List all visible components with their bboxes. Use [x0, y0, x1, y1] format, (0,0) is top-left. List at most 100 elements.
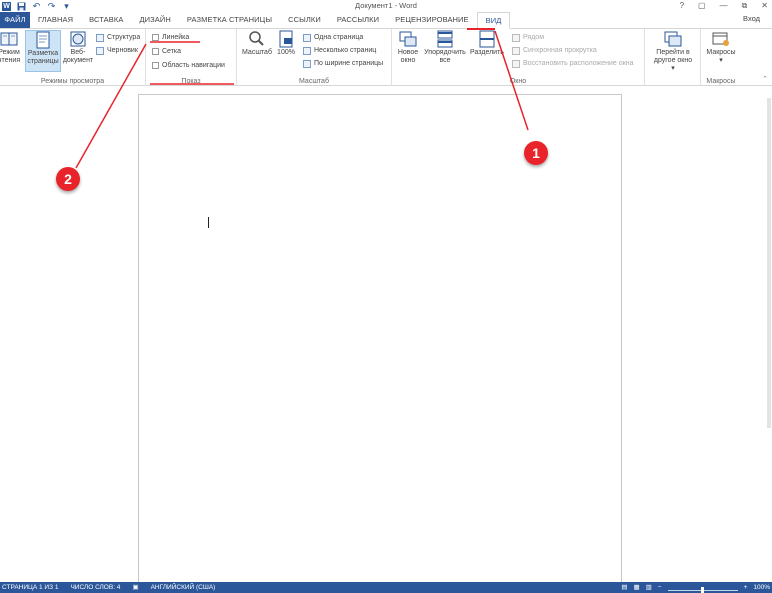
- group-window: Новое окно Упорядочить все Разделить Ряд…: [392, 29, 645, 86]
- tab-design[interactable]: ДИЗАЙН: [131, 12, 178, 28]
- new-window-label-2: окно: [400, 57, 416, 64]
- split-icon: [479, 30, 495, 48]
- macros-dropdown-icon: ▾: [719, 57, 723, 64]
- zoom-out-button[interactable]: −: [658, 582, 662, 593]
- restore-icon[interactable]: ⧉: [742, 0, 748, 11]
- tab-view[interactable]: ВИД: [476, 12, 511, 29]
- ruler-checkbox[interactable]: Линейка: [152, 32, 189, 43]
- switch-windows-dropdown-icon: ▾: [671, 65, 675, 72]
- synchronous-scrolling-button[interactable]: Синхронная прокрутка: [512, 45, 597, 56]
- close-icon[interactable]: ✕: [761, 0, 768, 11]
- print-layout-icon: [36, 31, 50, 49]
- word-count[interactable]: ЧИСЛО СЛОВ: 4: [70, 582, 120, 593]
- group-macros: Макросы ▾ Макросы: [701, 29, 741, 86]
- switch-windows-button[interactable]: Перейти в другое окно ▾: [647, 30, 699, 73]
- draft-button[interactable]: Черновик: [96, 45, 138, 56]
- help-icon[interactable]: ?: [680, 0, 684, 11]
- split-button[interactable]: Разделить: [469, 30, 505, 57]
- group-window-label: Окно: [509, 78, 527, 85]
- page-count[interactable]: СТРАНИЦА 1 ИЗ 1: [2, 582, 58, 593]
- multiple-pages-button[interactable]: Несколько страниц: [303, 45, 376, 56]
- zoom-button-label: Масштаб: [242, 49, 272, 56]
- one-page-icon: [303, 33, 311, 42]
- document-workspace: [0, 86, 772, 582]
- web-layout-view-icon[interactable]: ▥: [646, 582, 652, 593]
- zoom-level[interactable]: 100%: [753, 582, 770, 593]
- multiple-pages-label: Несколько страниц: [314, 47, 377, 54]
- document-page[interactable]: [138, 94, 622, 582]
- macros-button[interactable]: Макросы ▾: [703, 30, 739, 65]
- ruler-label: Линейка: [162, 34, 190, 41]
- tab-mailings[interactable]: РАССЫЛКИ: [329, 12, 387, 28]
- tab-file[interactable]: ФАЙЛ: [0, 12, 30, 28]
- title-bar: W ↶ ↷ ▾ Документ1 - Word ? ▢ — ⧉ ✕: [0, 0, 772, 12]
- zoom-in-button[interactable]: +: [744, 582, 748, 593]
- print-layout-label-2: страницы: [27, 58, 59, 65]
- ribbon-tabs: ФАЙЛ ГЛАВНАЯ ВСТАВКА ДИЗАЙН РАЗМЕТКА СТР…: [0, 12, 772, 29]
- status-left: СТРАНИЦА 1 ИЗ 1 ЧИСЛО СЛОВ: 4 ▣ АНГЛИЙСК…: [2, 582, 215, 593]
- zoom-slider[interactable]: [667, 586, 738, 593]
- group-zoom-label: Масштаб: [299, 78, 329, 85]
- reset-window-position-button[interactable]: Восстановить расположение окна: [512, 58, 633, 69]
- group-show: Линейка Сетка Область навигации Показ: [146, 29, 237, 86]
- sign-in-link[interactable]: Вход: [743, 14, 760, 23]
- read-mode-label-1: Режим: [0, 49, 20, 56]
- text-cursor: [208, 217, 209, 228]
- callout-badge-1: 1: [524, 141, 548, 165]
- language-indicator[interactable]: АНГЛИЙСКИЙ (США): [151, 582, 216, 593]
- tab-references[interactable]: ССЫЛКИ: [280, 12, 329, 28]
- navigation-pane-label: Область навигации: [162, 62, 225, 69]
- navigation-pane-checkbox[interactable]: Область навигации: [152, 60, 225, 71]
- tab-insert[interactable]: ВСТАВКА: [81, 12, 131, 28]
- ribbon-display-options-icon[interactable]: ▢: [698, 0, 706, 11]
- gridlines-checkbox[interactable]: Сетка: [152, 46, 181, 57]
- one-page-button[interactable]: Одна страница: [303, 32, 363, 43]
- read-mode-icon: [0, 32, 18, 46]
- page-width-button[interactable]: По ширине страницы: [303, 58, 383, 69]
- read-mode-button[interactable]: Режим чтения: [0, 30, 24, 65]
- outline-button[interactable]: Структура: [96, 32, 140, 43]
- new-window-button[interactable]: Новое окно: [395, 30, 421, 65]
- ruler-checkbox-box[interactable]: [152, 34, 159, 41]
- tab-home[interactable]: ГЛАВНАЯ: [30, 12, 81, 28]
- minimize-icon[interactable]: —: [720, 0, 728, 11]
- status-bar: СТРАНИЦА 1 ИЗ 1 ЧИСЛО СЛОВ: 4 ▣ АНГЛИЙСК…: [0, 582, 772, 593]
- web-layout-label-2: документ: [62, 57, 94, 64]
- zoom-100-button[interactable]: 100%: [275, 30, 297, 57]
- new-window-label-1: Новое: [397, 49, 419, 56]
- zoom-button[interactable]: Масштаб: [239, 30, 275, 57]
- status-right: ▤ ▦ ▥ − + 100%: [621, 582, 770, 593]
- zoom-slider-thumb[interactable]: [700, 586, 704, 593]
- magnifier-icon: [249, 31, 264, 46]
- switch-windows-label-1: Перейти в: [656, 49, 690, 56]
- gridlines-label: Сетка: [162, 48, 182, 55]
- proofing-icon[interactable]: ▣: [132, 582, 138, 593]
- outline-label: Структура: [107, 34, 141, 41]
- web-layout-label-1: Веб-: [70, 49, 86, 56]
- vertical-scrollbar-thumb[interactable]: [767, 98, 771, 428]
- web-layout-icon: [70, 31, 86, 47]
- sync-scroll-icon: [512, 46, 520, 55]
- print-layout-view-icon[interactable]: ▦: [633, 582, 639, 593]
- navigation-pane-checkbox-box[interactable]: [152, 62, 159, 69]
- vertical-scrollbar[interactable]: [766, 86, 772, 582]
- outline-icon: [96, 33, 104, 42]
- tab-review[interactable]: РЕЦЕНЗИРОВАНИЕ: [387, 12, 477, 28]
- print-layout-button[interactable]: Разметка страницы: [25, 30, 61, 72]
- switch-windows-label-2: другое окно: [653, 57, 693, 64]
- zoom-100-icon: [279, 30, 293, 48]
- web-layout-button[interactable]: Веб- документ: [62, 30, 94, 65]
- tab-page-layout[interactable]: РАЗМЕТКА СТРАНИЦЫ: [179, 12, 280, 28]
- ribbon: Режим чтения Разметка страницы Веб- доку…: [0, 29, 772, 86]
- document-title: Документ1 - Word: [355, 1, 417, 10]
- sync-scroll-label: Синхронная прокрутка: [523, 47, 597, 54]
- view-side-by-side-button[interactable]: Рядом: [512, 32, 544, 43]
- side-by-side-label: Рядом: [523, 34, 545, 41]
- arrange-all-button[interactable]: Упорядочить все: [422, 30, 468, 65]
- macros-icon: [712, 32, 729, 46]
- gridlines-checkbox-box[interactable]: [152, 48, 159, 55]
- side-by-side-icon: [512, 33, 520, 42]
- collapse-ribbon-icon[interactable]: ⌃: [762, 75, 768, 83]
- draft-icon: [96, 46, 104, 55]
- read-mode-view-icon[interactable]: ▤: [621, 582, 627, 593]
